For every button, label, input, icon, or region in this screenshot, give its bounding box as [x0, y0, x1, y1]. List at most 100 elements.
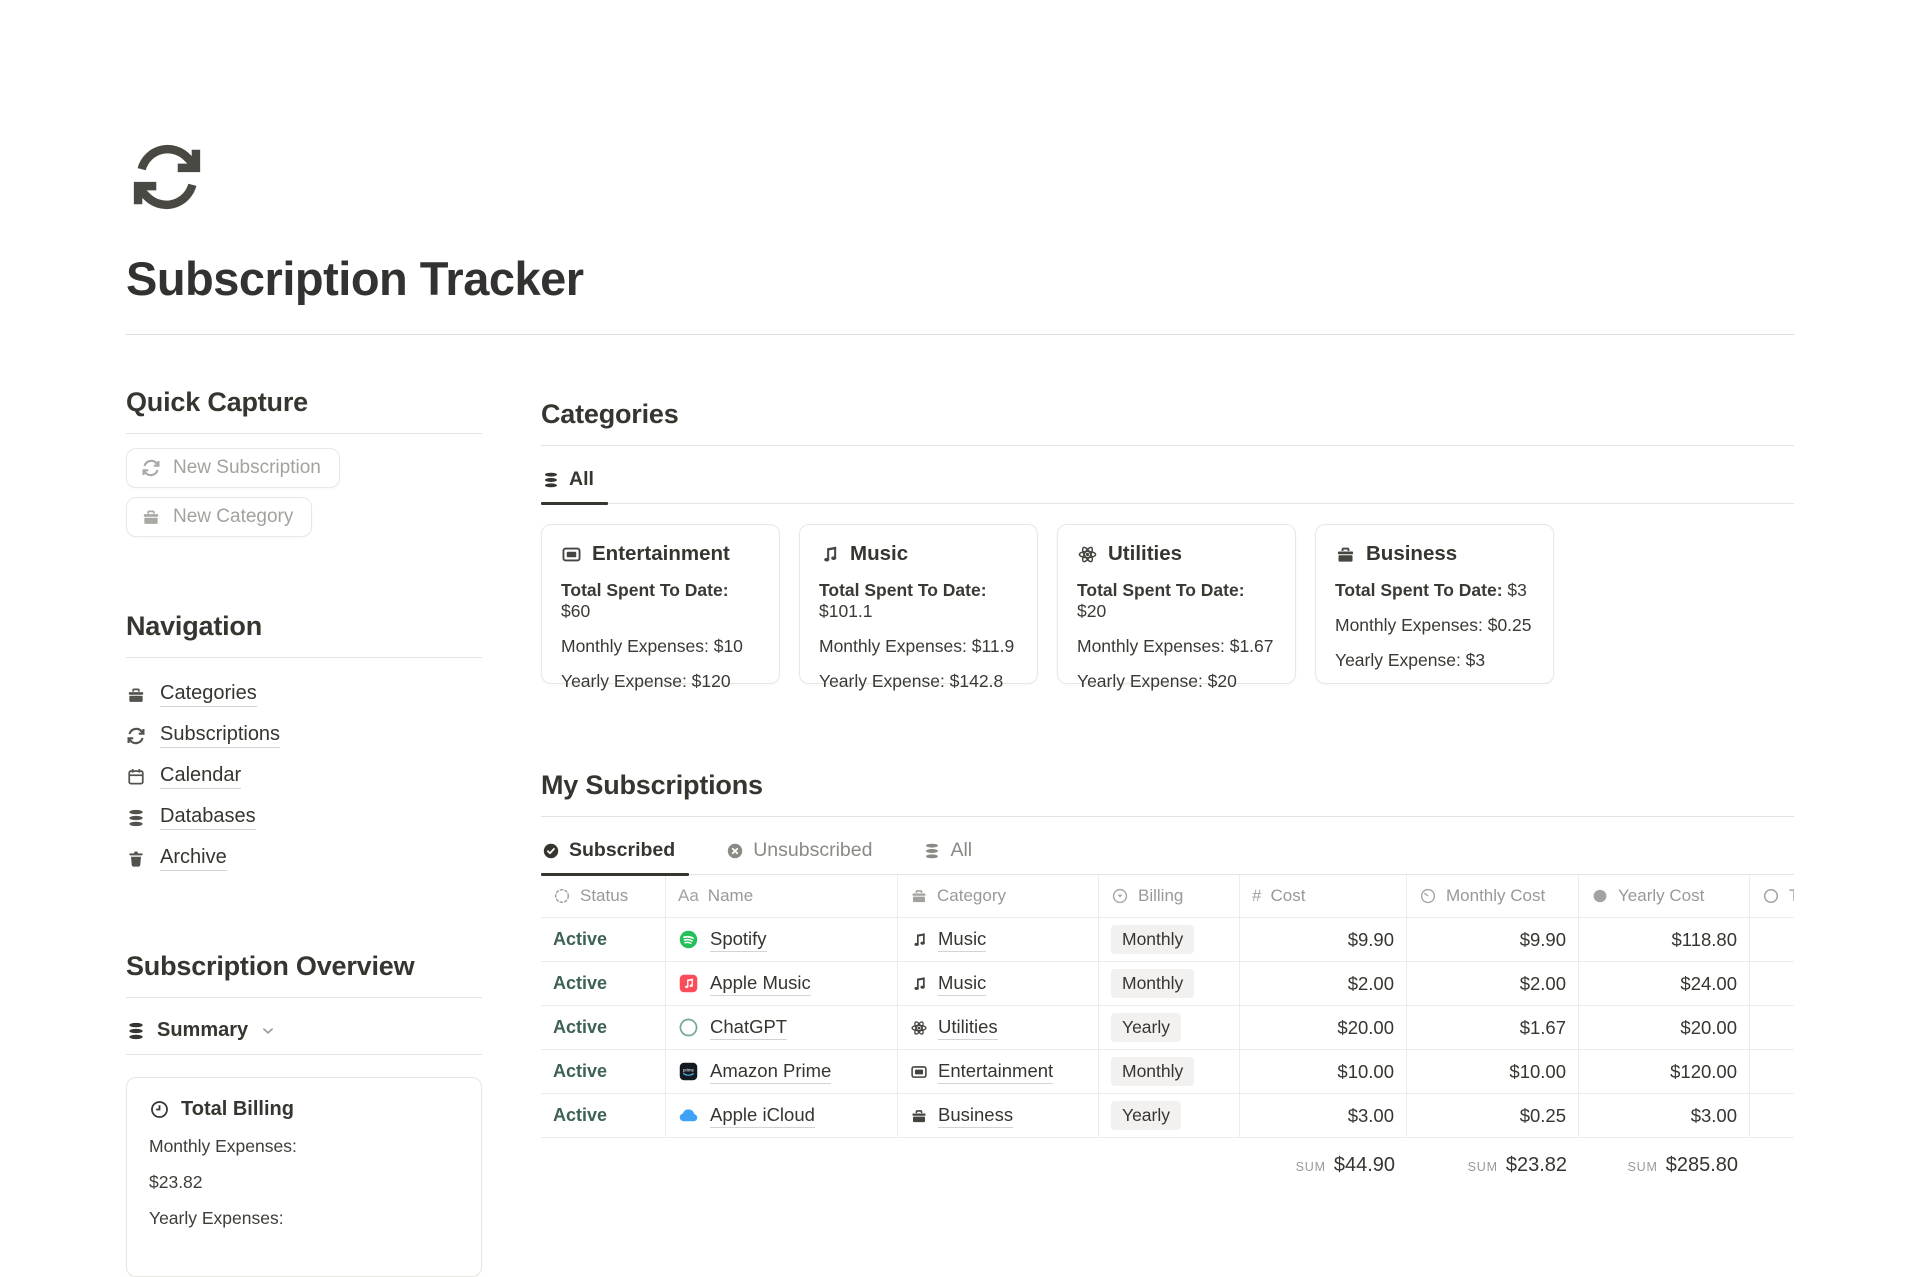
sum-yearly-cost[interactable]: SUM $285.80: [1579, 1140, 1750, 1177]
billing-chip[interactable]: Yearly: [1111, 1013, 1181, 1042]
total-spent-label: Total Spent To Date:: [1077, 580, 1245, 600]
billing-chip[interactable]: Monthly: [1111, 925, 1194, 954]
cost-cell[interactable]: $10.00: [1240, 1050, 1407, 1094]
sidebar-item-label[interactable]: Databases: [160, 805, 256, 830]
billing-chip[interactable]: Monthly: [1111, 969, 1194, 998]
column-header-truncated[interactable]: T: [1750, 875, 1794, 918]
status-value[interactable]: Active: [553, 1105, 607, 1126]
sidebar-item-categories[interactable]: Categories: [126, 674, 482, 715]
column-header-category[interactable]: Category: [898, 875, 1099, 918]
new-category-button[interactable]: New Category: [126, 497, 312, 537]
cost-cell[interactable]: $3.00: [1240, 1094, 1407, 1138]
sum-monthly-cost[interactable]: SUM $23.82: [1407, 1140, 1579, 1177]
billing-cell[interactable]: Yearly: [1099, 1006, 1240, 1050]
column-header-status[interactable]: Status: [541, 875, 666, 918]
subscription-name-link[interactable]: Spotify: [710, 928, 767, 952]
category-card-business[interactable]: Business Total Spent To Date: $3 Monthly…: [1315, 524, 1554, 684]
column-header-name[interactable]: Aa Name: [666, 875, 898, 918]
status-cell[interactable]: Active: [541, 1050, 666, 1094]
spotify-icon: [678, 929, 699, 950]
sidebar-item-subscriptions[interactable]: Subscriptions: [126, 715, 482, 756]
quick-capture-section: Quick Capture New Subscription New Categ…: [126, 387, 482, 537]
tv-icon: [561, 544, 582, 565]
status-value[interactable]: Active: [553, 1017, 607, 1038]
status-value[interactable]: Active: [553, 1061, 607, 1082]
status-cell[interactable]: Active: [541, 918, 666, 962]
total-spent-label: Total Spent To Date:: [819, 580, 987, 600]
column-header-cost[interactable]: # Cost: [1240, 875, 1407, 918]
cost-cell[interactable]: $9.90: [1240, 918, 1407, 962]
category-card-entertainment[interactable]: Entertainment Total Spent To Date: $60 M…: [541, 524, 780, 684]
name-cell[interactable]: Apple iCloud: [666, 1094, 898, 1138]
sidebar-item-label[interactable]: Categories: [160, 682, 257, 707]
tab-subscribed[interactable]: Subscribed: [541, 839, 689, 874]
name-cell[interactable]: Amazon Prime: [666, 1050, 898, 1094]
column-label: Billing: [1138, 886, 1183, 906]
table-row: Active Apple iCloud Business Yearly $3.0…: [541, 1094, 1794, 1138]
category-link[interactable]: Music: [938, 928, 986, 952]
billing-cell[interactable]: Monthly: [1099, 962, 1240, 1006]
category-link[interactable]: Entertainment: [938, 1060, 1053, 1084]
status-value[interactable]: Active: [553, 929, 607, 950]
sum-monthly-cost-value: $23.82: [1506, 1154, 1567, 1177]
atom-icon: [910, 1019, 928, 1037]
name-cell[interactable]: Spotify: [666, 918, 898, 962]
category-link[interactable]: Utilities: [938, 1016, 998, 1040]
sidebar-item-label[interactable]: Archive: [160, 846, 227, 871]
database-icon: [923, 842, 941, 860]
new-category-label: New Category: [173, 506, 293, 528]
sidebar-item-databases[interactable]: Databases: [126, 797, 482, 838]
column-header-monthly-cost[interactable]: Monthly Cost: [1407, 875, 1579, 918]
database-icon: [126, 808, 146, 828]
divider: [126, 657, 482, 658]
subscription-name-link[interactable]: ChatGPT: [710, 1016, 787, 1040]
billing-chip[interactable]: Yearly: [1111, 1101, 1181, 1130]
billing-cell[interactable]: Yearly: [1099, 1094, 1240, 1138]
category-cell[interactable]: Business: [898, 1094, 1099, 1138]
column-header-billing[interactable]: Billing: [1099, 875, 1240, 918]
billing-cell[interactable]: Monthly: [1099, 918, 1240, 962]
briefcase-icon: [910, 1107, 928, 1125]
sum-label: SUM: [1628, 1160, 1658, 1174]
subscription-name-link[interactable]: Amazon Prime: [710, 1060, 831, 1084]
sidebar-item-archive[interactable]: Archive: [126, 838, 482, 879]
billing-chip[interactable]: Monthly: [1111, 1057, 1194, 1086]
tab-all[interactable]: All: [922, 839, 986, 874]
monthly-cost-value: $10.00: [1509, 1061, 1566, 1083]
category-card-utilities[interactable]: Utilities Total Spent To Date: $20 Month…: [1057, 524, 1296, 684]
tab-unsubscribed[interactable]: Unsubscribed: [725, 839, 886, 874]
category-card-music[interactable]: Music Total Spent To Date: $101.1 Monthl…: [799, 524, 1038, 684]
yearly-cost-value: $120.00: [1670, 1061, 1737, 1083]
category-cell[interactable]: Music: [898, 918, 1099, 962]
sum-cost[interactable]: SUM $44.90: [1240, 1140, 1407, 1177]
cost-cell[interactable]: $2.00: [1240, 962, 1407, 1006]
status-cell[interactable]: Active: [541, 962, 666, 1006]
status-cell[interactable]: Active: [541, 1006, 666, 1050]
billing-cell[interactable]: Monthly: [1099, 1050, 1240, 1094]
sidebar-item-calendar[interactable]: Calendar: [126, 756, 482, 797]
name-cell[interactable]: ChatGPT: [666, 1006, 898, 1050]
subscription-name-link[interactable]: Apple Music: [710, 972, 811, 996]
cost-value: $2.00: [1348, 973, 1394, 995]
column-header-yearly-cost[interactable]: Yearly Cost: [1579, 875, 1750, 918]
cost-cell[interactable]: $20.00: [1240, 1006, 1407, 1050]
column-label: Status: [580, 886, 628, 906]
category-cell[interactable]: Utilities: [898, 1006, 1099, 1050]
sum-cost-value: $44.90: [1334, 1154, 1395, 1177]
category-cell[interactable]: Music: [898, 962, 1099, 1006]
total-spent-value: $60: [561, 601, 590, 621]
status-value[interactable]: Active: [553, 973, 607, 994]
summary-view-switcher[interactable]: Summary: [126, 1019, 482, 1055]
subscription-name-link[interactable]: Apple iCloud: [710, 1104, 815, 1128]
category-cell[interactable]: Entertainment: [898, 1050, 1099, 1094]
category-link[interactable]: Music: [938, 972, 986, 996]
sidebar-item-label[interactable]: Calendar: [160, 764, 241, 789]
tab-all-categories[interactable]: All: [541, 468, 608, 503]
category-link[interactable]: Business: [938, 1104, 1013, 1128]
sidebar-item-label[interactable]: Subscriptions: [160, 723, 280, 748]
new-subscription-label: New Subscription: [173, 457, 321, 479]
new-subscription-button[interactable]: New Subscription: [126, 448, 340, 488]
status-cell[interactable]: Active: [541, 1094, 666, 1138]
subscription-overview-section: Subscription Overview Summary Total Bill…: [126, 951, 482, 1277]
name-cell[interactable]: Apple Music: [666, 962, 898, 1006]
